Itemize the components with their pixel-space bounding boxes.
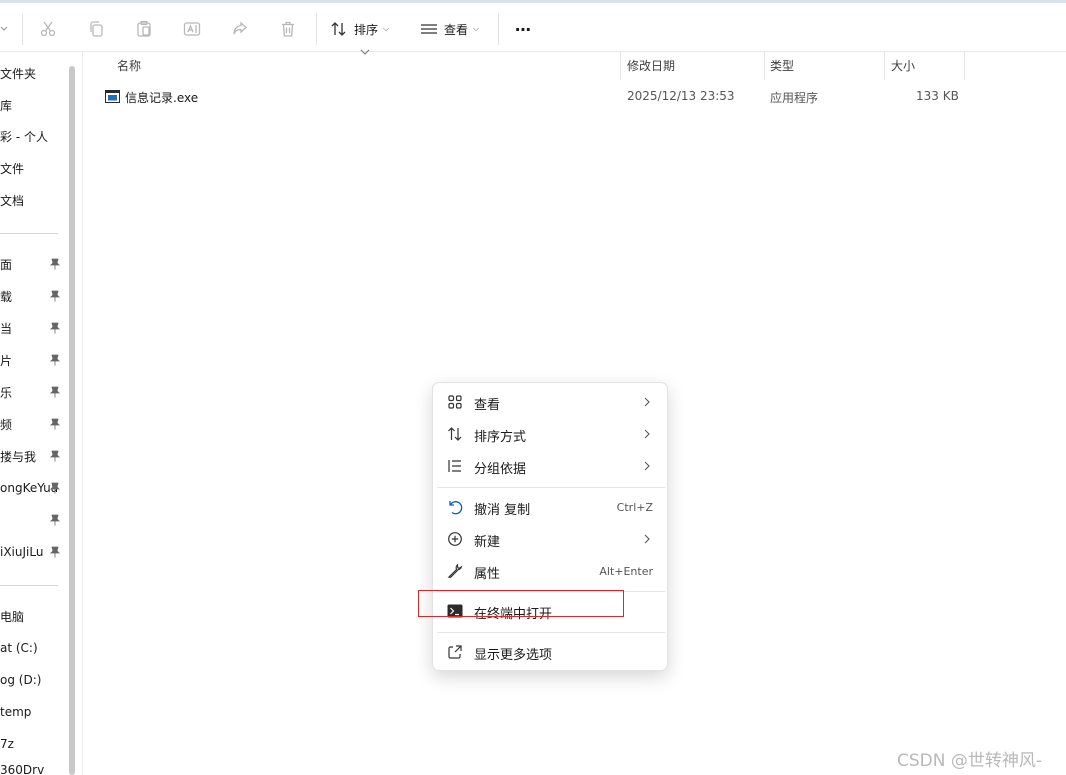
- chevron-right-icon: [644, 397, 650, 407]
- sidebar-pinned-item[interactable]: 频: [0, 413, 64, 435]
- menu-item-properties[interactable]: 属性 Alt+Enter: [433, 557, 667, 585]
- sidebar-pinned-item[interactable]: ongKeYua: [0, 477, 64, 499]
- toolbar-divider: [22, 13, 23, 45]
- menu-item-view[interactable]: 查看: [433, 388, 667, 416]
- column-divider[interactable]: [764, 52, 765, 80]
- pin-icon: [50, 450, 60, 462]
- pin-icon: [50, 418, 60, 430]
- delete-icon[interactable]: [276, 15, 300, 43]
- sidebar-item[interactable]: 彩 - 个人: [0, 125, 64, 147]
- copy-icon[interactable]: [84, 15, 108, 43]
- pin-icon: [50, 546, 60, 558]
- rename-icon[interactable]: [180, 15, 204, 43]
- menu-item-new[interactable]: 新建: [433, 525, 667, 553]
- column-header-size[interactable]: 大小: [891, 57, 915, 77]
- sidebar-item[interactable]: 文件: [0, 157, 64, 179]
- pin-icon: [50, 386, 60, 398]
- sidebar-pinned-item[interactable]: 乐: [0, 381, 64, 403]
- view-button[interactable]: 查看 ⌵: [420, 15, 490, 43]
- sidebar-item[interactable]: 库: [0, 94, 64, 116]
- shortcut-properties: Alt+Enter: [599, 565, 653, 578]
- column-header-name[interactable]: 名称: [117, 57, 141, 77]
- toolbar-divider: [316, 13, 317, 45]
- add-circle-icon: [446, 531, 464, 547]
- more-options-button[interactable]: ⋯: [510, 15, 536, 43]
- menu-separator: [437, 632, 665, 633]
- sidebar-pinned-item[interactable]: [0, 509, 64, 531]
- sidebar-pinned-item[interactable]: 搂与我: [0, 445, 64, 467]
- menu-item-sort[interactable]: 排序方式: [433, 420, 667, 448]
- sidebar-item[interactable]: 文档: [0, 189, 64, 211]
- view-list-icon: [421, 24, 437, 34]
- file-name: 信息记录.exe: [125, 91, 199, 105]
- file-type: 应用程序: [770, 91, 819, 105]
- sidebar-scrollbar[interactable]: [69, 66, 75, 775]
- sidebar-divider: [0, 585, 58, 586]
- sort-indicator-icon: [360, 49, 370, 55]
- sidebar-item[interactable]: 文件夹: [0, 62, 64, 84]
- toolbar-divider: [498, 13, 499, 45]
- share-icon[interactable]: [228, 15, 252, 43]
- exe-file-icon: [105, 90, 120, 103]
- group-list-icon: [446, 458, 464, 474]
- chevron-down-icon: ⌵: [473, 24, 480, 33]
- sidebar-pinned-item[interactable]: 当: [0, 317, 64, 339]
- sort-button[interactable]: 排序 ⌵: [330, 15, 396, 43]
- sidebar-item-temp[interactable]: temp: [0, 701, 64, 723]
- sidebar-pinned-item[interactable]: 片: [0, 349, 64, 371]
- sidebar-item-drive-d[interactable]: og (D:): [0, 669, 64, 691]
- sidebar-item-drive-c[interactable]: at (C:): [0, 637, 64, 659]
- watermark: CSDN @世转神风-: [897, 751, 1043, 771]
- menu-item-group[interactable]: 分组依据: [433, 452, 667, 480]
- wrench-icon: [446, 563, 464, 579]
- sidebar-item-this-pc[interactable]: 电脑: [0, 605, 64, 627]
- sort-icon: [446, 426, 464, 442]
- pin-icon: [50, 354, 60, 366]
- sidebar-pinned-item[interactable]: iXiuJiLu: [0, 541, 64, 563]
- sidebar-item-7z[interactable]: 7z: [0, 733, 64, 755]
- sidebar-item-360drv[interactable]: 360Drv: [0, 763, 64, 775]
- column-header-modified[interactable]: 修改日期: [627, 57, 675, 77]
- pin-icon: [50, 514, 60, 526]
- context-menu: 查看 排序方式 分组依据 撤消 复制 Ctrl+Z 新建 属性 Alt+Ente…: [432, 382, 668, 671]
- open-external-icon: [446, 644, 464, 660]
- cut-icon[interactable]: [36, 15, 60, 43]
- column-header-type[interactable]: 类型: [770, 57, 794, 77]
- chevron-right-icon: [644, 534, 650, 544]
- new-dropdown-chevron-icon[interactable]: [0, 15, 8, 43]
- paste-icon[interactable]: [132, 15, 156, 43]
- shortcut-undo: Ctrl+Z: [616, 501, 653, 514]
- pin-icon: [50, 290, 60, 302]
- sidebar-pinned-item[interactable]: 面: [0, 253, 64, 275]
- command-bar: 排序 ⌵ 查看 ⌵ ⋯: [0, 0, 1066, 52]
- file-modified: 2025/12/13 23:53: [627, 89, 735, 103]
- pin-icon: [50, 482, 60, 494]
- column-divider[interactable]: [620, 52, 621, 80]
- menu-item-undo-copy[interactable]: 撤消 复制 Ctrl+Z: [433, 493, 667, 521]
- chevron-down-icon: ⌵: [383, 24, 390, 33]
- undo-icon: [446, 499, 464, 515]
- annotation-highlight-box: [418, 590, 624, 617]
- pin-icon: [50, 258, 60, 270]
- column-divider[interactable]: [964, 52, 965, 80]
- pane-divider: [82, 52, 83, 775]
- column-divider[interactable]: [884, 52, 885, 80]
- sidebar-pinned-item[interactable]: 载: [0, 285, 64, 307]
- sidebar-divider: [0, 233, 58, 234]
- sort-button-label: 排序: [354, 22, 379, 37]
- pin-icon: [50, 322, 60, 334]
- chevron-right-icon: [644, 461, 650, 471]
- menu-separator: [437, 487, 665, 488]
- file-size: 133 KB: [916, 89, 959, 103]
- file-row[interactable]: 信息记录.exe 2025/12/13 23:53 应用程序 133 KB: [103, 86, 965, 108]
- sort-icon: [331, 22, 346, 36]
- navigation-pane: 文件夹 库 彩 - 个人 文件 文档 面 载 当 片 乐 频 搂与我 ongKe…: [0, 52, 68, 775]
- chevron-right-icon: [644, 429, 650, 439]
- grid-view-icon: [446, 394, 464, 410]
- menu-item-show-more-options[interactable]: 显示更多选项: [433, 638, 667, 666]
- view-button-label: 查看: [444, 22, 469, 37]
